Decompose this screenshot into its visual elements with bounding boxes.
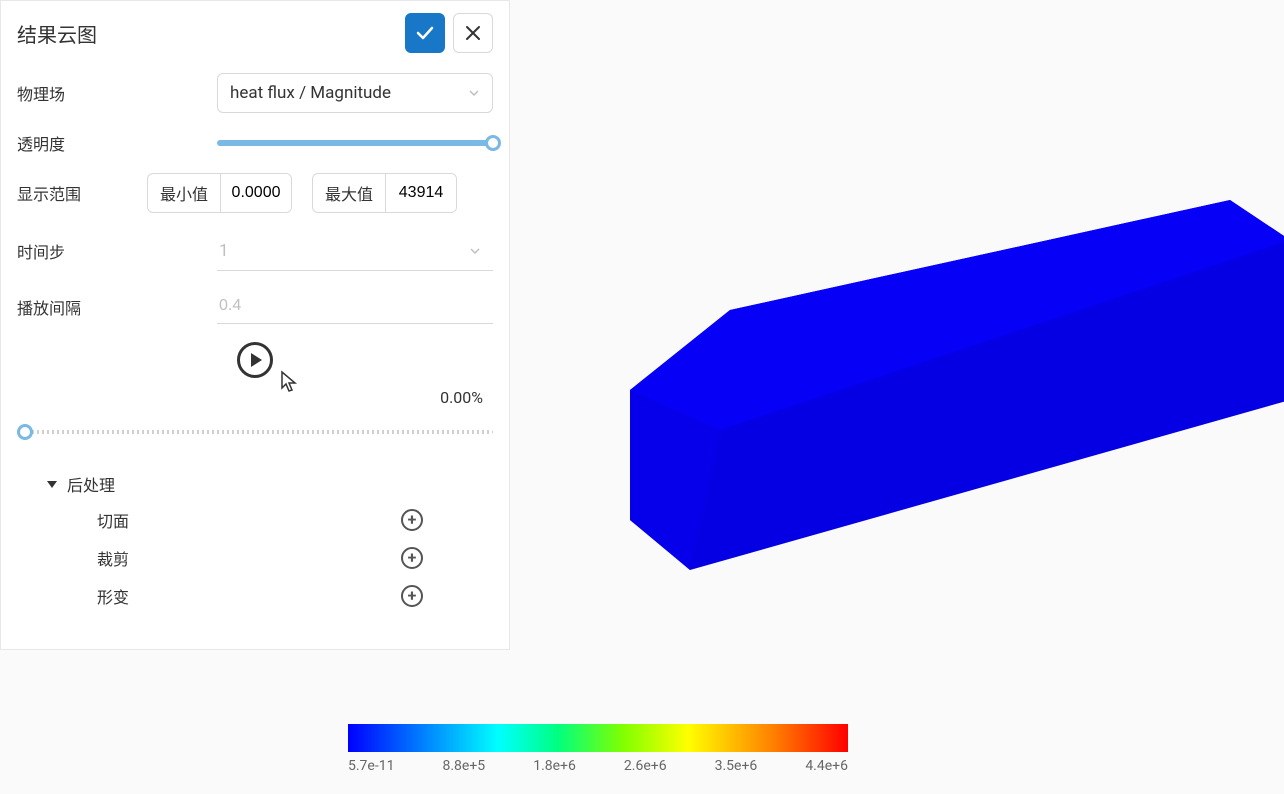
min-value-group: 最小值 (147, 173, 292, 213)
colorbar-tick: 8.8e+5 (443, 758, 486, 774)
postprocess-header[interactable]: 后处理 (47, 472, 493, 496)
caret-down-icon (47, 481, 57, 488)
time-step-row: 时间步 1 (17, 231, 493, 271)
chevron-down-icon (468, 87, 480, 99)
physics-field-select[interactable]: heat flux / Magnitude (217, 73, 493, 113)
colorbar-tick: 3.5e+6 (715, 758, 758, 774)
add-clip-button[interactable]: + (401, 547, 423, 569)
progress-text: 0.00% (440, 388, 483, 407)
tree-item-label: 裁剪 (97, 546, 129, 570)
panel-title: 结果云图 (17, 19, 97, 48)
physics-field-value: heat flux / Magnitude (230, 83, 391, 103)
physics-field-row: 物理场 heat flux / Magnitude (17, 73, 493, 113)
timeline-track (17, 430, 493, 434)
check-icon (415, 23, 435, 43)
confirm-button[interactable] (405, 13, 445, 53)
panel-header: 结果云图 (17, 13, 493, 53)
chevron-down-icon (469, 245, 481, 257)
display-range-label: 显示范围 (17, 181, 147, 205)
tree-item-label: 形变 (97, 584, 129, 608)
physics-field-label: 物理场 (17, 81, 147, 105)
add-deform-button[interactable]: + (401, 585, 423, 607)
viewport-3d[interactable] (510, 0, 1284, 794)
play-row (17, 342, 493, 378)
colorbar-labels: 5.7e-11 8.8e+5 1.8e+6 2.6e+6 3.5e+6 4.4e… (348, 758, 848, 774)
min-label: 最小值 (148, 174, 221, 212)
play-button[interactable] (237, 342, 273, 378)
max-value-input[interactable] (386, 174, 456, 212)
tree-item-slice: 切面 + (97, 508, 493, 532)
colorbar-tick: 5.7e-11 (348, 758, 394, 774)
colorbar-tick: 1.8e+6 (533, 758, 576, 774)
time-step-select[interactable]: 1 (217, 231, 493, 271)
min-value-input[interactable] (221, 174, 291, 212)
play-interval-row: 播放间隔 (17, 289, 493, 324)
timeline-thumb[interactable] (17, 424, 33, 440)
opacity-row: 透明度 (17, 131, 493, 155)
close-icon (465, 25, 481, 41)
time-step-value: 1 (219, 241, 229, 261)
play-interval-label: 播放间隔 (17, 295, 147, 319)
colorbar-tick: 4.4e+6 (805, 758, 848, 774)
close-button[interactable] (453, 13, 493, 53)
progress-row: 0.00% (17, 388, 493, 407)
add-slice-button[interactable]: + (401, 509, 423, 531)
postprocess-section: 后处理 切面 + 裁剪 + 形变 + (17, 472, 493, 608)
slider-thumb[interactable] (485, 135, 501, 151)
postprocess-items: 切面 + 裁剪 + 形变 + (47, 508, 493, 608)
header-buttons (405, 13, 493, 53)
slider-track (217, 140, 493, 146)
timeline-slider[interactable] (17, 422, 493, 442)
play-icon (251, 353, 262, 367)
colorbar (348, 724, 848, 752)
time-step-label: 时间步 (17, 239, 147, 263)
play-interval-input[interactable] (217, 289, 493, 324)
max-value-group: 最大值 (312, 173, 457, 213)
colorbar-tick: 2.6e+6 (624, 758, 667, 774)
tree-item-label: 切面 (97, 508, 129, 532)
opacity-slider[interactable] (217, 133, 493, 153)
colorbar-container: 5.7e-11 8.8e+5 1.8e+6 2.6e+6 3.5e+6 4.4e… (348, 724, 848, 774)
display-range-row: 显示范围 最小值 最大值 (17, 173, 493, 213)
postprocess-label: 后处理 (67, 472, 115, 496)
max-label: 最大值 (313, 174, 386, 212)
model-render (570, 200, 1284, 600)
tree-item-clip: 裁剪 + (97, 546, 493, 570)
settings-panel: 结果云图 物理场 heat flux / Magnitude (0, 0, 510, 650)
opacity-label: 透明度 (17, 131, 147, 155)
tree-item-deform: 形变 + (97, 584, 493, 608)
